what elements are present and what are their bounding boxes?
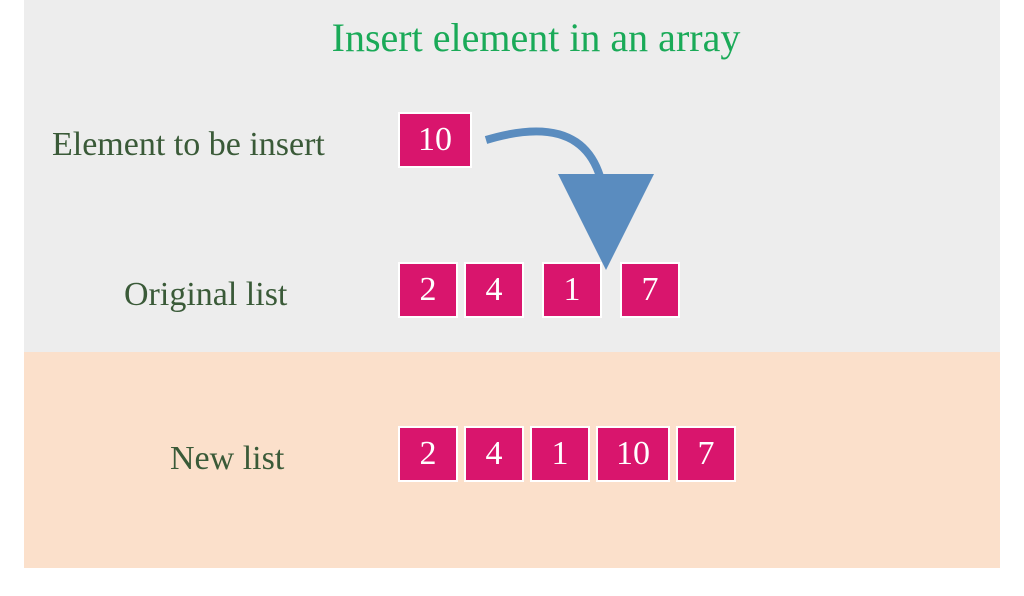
label-new-list: New list (170, 440, 284, 478)
original-box-1: 4 (464, 262, 524, 318)
original-box-3: 7 (620, 262, 680, 318)
label-element-to-insert: Element to be insert (52, 126, 325, 164)
new-box-0: 2 (398, 426, 458, 482)
diagram-title: Insert element in an array (0, 14, 1024, 61)
original-val-3: 7 (642, 271, 659, 309)
new-box-2: 1 (530, 426, 590, 482)
new-val-0: 2 (420, 435, 437, 473)
new-box-1: 4 (464, 426, 524, 482)
original-val-1: 4 (486, 271, 503, 309)
insert-arrow-icon (456, 112, 656, 272)
new-val-4: 7 (698, 435, 715, 473)
insert-element-value: 10 (418, 121, 452, 159)
label-original-list: Original list (124, 276, 287, 314)
original-box-0: 2 (398, 262, 458, 318)
original-val-2: 1 (564, 271, 581, 309)
original-box-2: 1 (542, 262, 602, 318)
diagram-canvas: Insert element in an array Element to be… (0, 0, 1024, 596)
new-box-4: 7 (676, 426, 736, 482)
new-val-1: 4 (486, 435, 503, 473)
new-val-2: 1 (552, 435, 569, 473)
original-val-0: 2 (420, 271, 437, 309)
new-box-3: 10 (596, 426, 670, 482)
new-val-3: 10 (616, 435, 650, 473)
